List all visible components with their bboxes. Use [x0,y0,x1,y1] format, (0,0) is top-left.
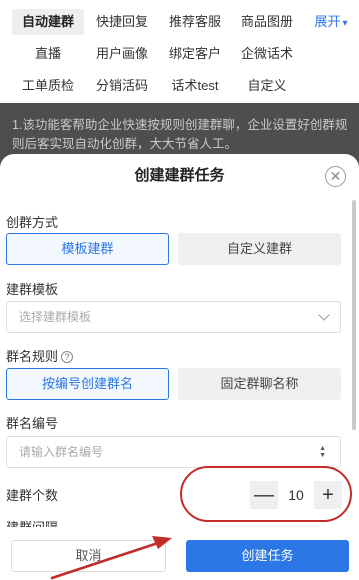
template-label: 建群模板 [6,282,59,297]
annotation-highlight-oval [180,466,352,522]
number-spinner-icon[interactable]: ▲ ▼ [319,445,326,459]
expand-button[interactable]: 展开 ▾ [308,9,354,35]
chevron-down-icon: ▾ [342,18,348,29]
tab-distribution-code[interactable]: 分销活码 [90,73,154,99]
group-number-input[interactable] [19,445,309,459]
tab-quick-reply[interactable]: 快捷回复 [90,9,154,35]
dialog-scrollbar[interactable] [352,200,356,430]
dialog-footer: 取消 创建任务 [0,528,359,580]
dialog-title: 创建建群任务 [134,167,225,184]
tab-recommend-service[interactable]: 推荐客服 [164,9,226,35]
tab-ticket-qc[interactable]: 工单质检 [18,73,78,99]
template-select[interactable]: 选择建群模板 [6,301,341,333]
group-interval-label: 建群间隔 [6,517,58,527]
help-icon[interactable]: ? [61,351,74,363]
tab-auto-create-group[interactable]: 自动建群 [12,9,84,35]
group-count-label: 建群个数 [6,488,59,503]
feature-description: 1.该功能客帮助企业快速按规则创建群聊，企业设置好创群规则后客实现自动化创群，大… [12,118,348,151]
group-number-label: 群名编号 [6,416,59,431]
chevron-down-icon [318,309,330,321]
naming-fixed-button[interactable]: 固定群聊名称 [178,368,341,400]
naming-rule-label-row: 群名规则? [6,346,74,365]
naming-rule-label: 群名规则 [6,349,59,364]
feature-tab-grid: 自动建群 快捷回复 推荐客服 商品图册 展开 ▾ 直播 用户画像 绑定客户 企微话… [0,0,359,103]
tab-user-portrait[interactable]: 用户画像 [90,41,154,67]
tab-custom[interactable]: 自定义 [236,73,298,99]
expand-label: 展开 [314,14,341,29]
group-number-input-wrapper: ▲▼ [6,436,341,468]
tab-bind-customer[interactable]: 绑定客户 [164,41,226,67]
tab-script-test[interactable]: 话术test [164,73,226,99]
create-task-button[interactable]: 创建任务 [186,540,349,572]
tab-wecom-script[interactable]: 企微话术 [236,41,298,67]
tab-product-album[interactable]: 商品图册 [236,9,298,35]
naming-by-number-button[interactable]: 按编号创建群名 [6,368,169,400]
cancel-button[interactable]: 取消 [11,540,166,572]
mode-label: 创群方式 [6,215,59,230]
mode-custom-button[interactable]: 自定义建群 [178,233,341,265]
tab-live[interactable]: 直播 [26,41,70,67]
close-icon[interactable]: ✕ [325,166,346,187]
template-select-placeholder: 选择建群模板 [19,310,92,324]
mode-template-button[interactable]: 模板建群 [6,233,169,265]
